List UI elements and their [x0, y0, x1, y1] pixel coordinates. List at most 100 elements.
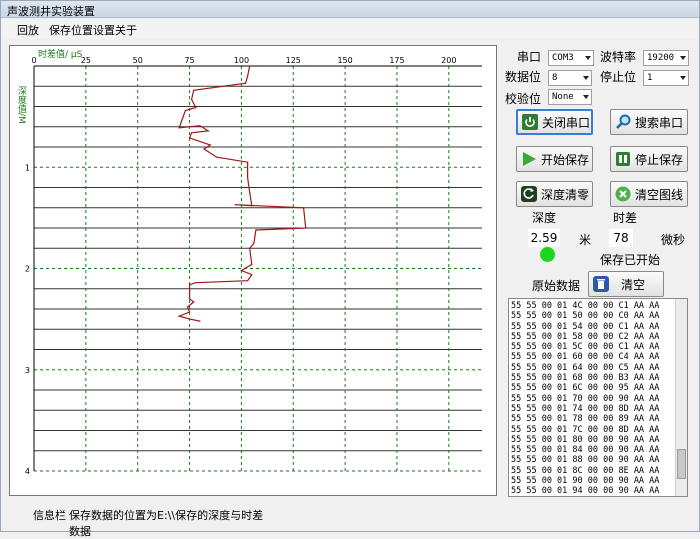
- raw-data-row: 55 55 00 01 84 00 00 90 AA AA: [511, 445, 660, 456]
- stopbits-label: 停止位: [600, 70, 637, 84]
- data-point: [251, 273, 253, 276]
- close-port-button[interactable]: 关闭串口: [516, 109, 593, 135]
- delay-unit: 微秒: [661, 233, 686, 247]
- data-point: [191, 98, 193, 101]
- data-point: [249, 191, 251, 194]
- window-title: 声波测井实验装置: [7, 5, 95, 18]
- reset-depth-button[interactable]: 深度清零: [516, 181, 593, 207]
- depth-delay-plot: 0 25 50 75 100 125 150 175 200 1 2 3 4 时差值/ μS 深度值/M: [9, 45, 497, 496]
- raw-data-row: 55 55 00 01 54 00 00 C1 AA AA: [511, 321, 660, 332]
- x-tick-label: 175: [389, 56, 404, 65]
- raw-data-row: 55 55 00 01 60 00 00 C4 AA AA: [511, 352, 660, 363]
- raw-data-scrollbar[interactable]: [675, 299, 687, 496]
- data-point: [188, 311, 191, 313]
- menu-save-location[interactable]: 保存位置设置: [49, 22, 115, 38]
- raw-data-row: 55 55 00 01 94 00 00 90 AA AA: [511, 486, 660, 497]
- clear-plot-button[interactable]: 清空图线: [610, 181, 688, 207]
- data-point: [240, 269, 243, 272]
- data-point: [247, 161, 249, 163]
- chevron-down-icon: [680, 76, 686, 80]
- clear-plot-label: 清空图线: [635, 187, 684, 202]
- delay-value: 78: [609, 229, 633, 247]
- search-port-button[interactable]: 搜索串口: [610, 109, 688, 135]
- data-point: [207, 130, 209, 132]
- app-window: 声波测井实验装置 回放 保存位置设置 关于 0 25 50 75 100 125 150 17…: [0, 0, 700, 538]
- x-tick-label: 75: [184, 56, 194, 65]
- data-point: [247, 75, 249, 77]
- menu-about[interactable]: 关于: [115, 22, 137, 38]
- data-point: [253, 242, 255, 244]
- data-point: [184, 109, 187, 112]
- raw-data-rows: 55 55 00 01 4C 00 00 C1 AA AA 55 55 00 01…: [511, 301, 660, 497]
- data-point: [188, 298, 191, 300]
- data-point: [195, 106, 197, 109]
- search-port-label: 搜索串口: [635, 115, 684, 130]
- y-tick-label: 4: [25, 467, 30, 476]
- raw-data-row: 55 55 00 01 80 00 00 90 AA AA: [511, 434, 660, 445]
- data-point: [191, 132, 193, 134]
- delay-label: 时差: [613, 211, 638, 225]
- parity-select[interactable]: None: [548, 89, 592, 105]
- y-tick-label: 3: [25, 366, 30, 375]
- raw-data-row: 55 55 00 01 70 00 00 90 AA AA: [511, 393, 660, 404]
- scroll-thumb[interactable]: [677, 449, 686, 479]
- raw-data-row: 55 55 00 01 78 00 00 89 AA AA: [511, 414, 660, 425]
- raw-data-row: 55 55 00 01 58 00 00 C2 AA AA: [511, 331, 660, 342]
- data-point: [178, 127, 180, 129]
- x-tick-label: 150: [337, 56, 352, 65]
- refresh-icon: [521, 186, 537, 202]
- status-label: 信息栏: [33, 509, 66, 522]
- port-select[interactable]: COM3: [548, 50, 594, 66]
- y-tick-label: 2: [25, 265, 30, 274]
- port-label: 串口: [517, 50, 542, 64]
- pause-icon: [615, 151, 631, 167]
- data-point: [249, 247, 251, 249]
- data-point: [247, 280, 249, 282]
- close-port-label: 关闭串口: [542, 115, 591, 130]
- data-point: [188, 137, 191, 139]
- depth-unit: 米: [579, 233, 592, 247]
- data-point: [255, 229, 257, 231]
- data-point: [251, 263, 253, 266]
- power-icon: [522, 114, 538, 130]
- plot-canvas: 0 25 50 75 100 125 150 175 2001234时差值/ μS深度值/M: [16, 48, 482, 476]
- data-point: [178, 315, 180, 317]
- databits-select[interactable]: 8: [548, 70, 592, 86]
- raw-data-row: 55 55 00 01 68 00 00 B3 AA AA: [511, 373, 660, 384]
- chevron-down-icon: [583, 76, 589, 80]
- raw-data-row: 55 55 00 01 88 00 00 90 AA AA: [511, 455, 660, 466]
- search-icon: [615, 114, 631, 130]
- raw-data-label: 原始数据: [532, 279, 581, 293]
- data-point: [303, 207, 305, 209]
- data-point: [247, 176, 249, 178]
- data-point: [193, 89, 195, 91]
- clear-raw-label: 清空: [621, 277, 646, 292]
- menu-replay[interactable]: 回放: [17, 22, 39, 38]
- stop-save-button[interactable]: 停止保存: [610, 146, 688, 172]
- data-point: [188, 284, 191, 286]
- start-save-label: 开始保存: [541, 152, 590, 167]
- data-point: [215, 156, 218, 158]
- stop-save-label: 停止保存: [635, 152, 684, 167]
- data-point: [203, 148, 205, 150]
- databits-select-value: 8: [552, 73, 558, 83]
- data-point: [244, 82, 247, 84]
- baud-select[interactable]: 19200: [643, 50, 689, 66]
- stopbits-select[interactable]: 1: [643, 70, 689, 86]
- raw-data-row: 55 55 00 01 5C 00 00 C1 AA AA: [511, 342, 660, 353]
- data-point: [249, 65, 251, 67]
- depth-label: 深度: [532, 211, 557, 225]
- data-point: [199, 125, 201, 127]
- delay-series-line: [177, 65, 307, 322]
- raw-data-row: 55 55 00 01 74 00 00 8D AA AA: [511, 403, 660, 414]
- clear-raw-button[interactable]: 清空: [588, 271, 664, 297]
- baud-label: 波特率: [600, 50, 637, 64]
- title-bar[interactable]: 声波测井实验装置: [1, 1, 699, 18]
- x-tick-label: 200: [441, 56, 456, 65]
- start-save-button[interactable]: 开始保存: [516, 146, 593, 172]
- data-point: [188, 318, 191, 320]
- raw-data-list[interactable]: 55 55 00 01 4C 00 00 C1 AA AA 55 55 00 01…: [508, 298, 688, 497]
- baud-select-value: 19200: [647, 53, 675, 63]
- chevron-down-icon: [583, 95, 589, 99]
- save-status-indicator: [540, 247, 555, 262]
